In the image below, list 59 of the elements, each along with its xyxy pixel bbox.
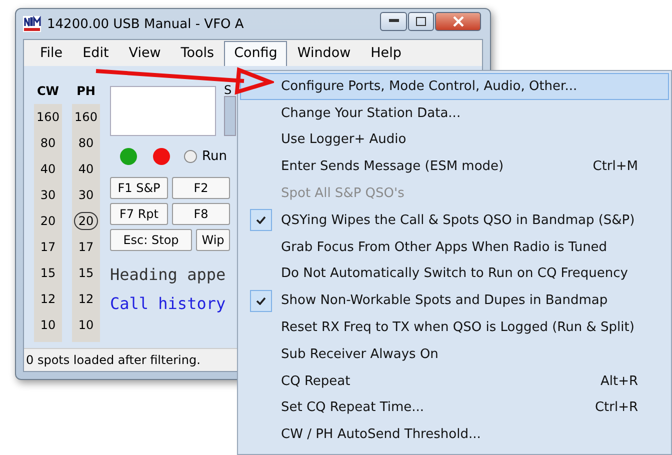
band-button[interactable]: 10 [35, 312, 61, 338]
app-logo-icon [23, 16, 41, 32]
close-icon [452, 16, 464, 26]
band-button[interactable]: 30 [73, 182, 99, 208]
band-button[interactable]: 40 [73, 156, 99, 182]
minimize-button[interactable] [380, 12, 407, 30]
window-title: 14200.00 USB Manual - VFO A [47, 16, 245, 32]
menu-item[interactable]: Help [360, 41, 412, 66]
function-key-button[interactable]: F8 [172, 203, 230, 225]
panel-label: S [224, 84, 233, 96]
band-button[interactable]: 80 [73, 130, 99, 156]
band-button[interactable]: 17 [73, 234, 99, 260]
band-button[interactable]: 10 [73, 312, 99, 338]
radio-label: Run [202, 149, 227, 164]
dropdown-item[interactable]: Configure Ports, Mode Control, Audio, Other... [240, 73, 669, 100]
dropdown-item[interactable]: Enter Sends Message (ESM mode) Ctrl+M [240, 153, 669, 180]
function-key-button[interactable]: F7 Rpt [110, 203, 168, 225]
menu-item[interactable]: Tools [170, 41, 224, 66]
dropdown-item[interactable]: Show Non-Workable Spots and Dupes in Bandmap [240, 287, 669, 314]
dropdown-item[interactable]: Do Not Automatically Switch to Run on CQ Frequency [240, 260, 669, 288]
band-button[interactable]: 12 [73, 286, 99, 312]
panel-box [224, 96, 236, 136]
arrow-icon [94, 65, 274, 95]
band-button[interactable]: 17 [35, 234, 61, 260]
maximize-button[interactable] [408, 12, 434, 30]
band-button[interactable]: 160 [73, 104, 99, 130]
minimize-icon [388, 19, 398, 23]
dropdown-item[interactable]: Change Your Station Data... [240, 100, 669, 127]
band-button[interactable]: 30 [35, 182, 61, 208]
function-key-button[interactable]: Wip [196, 229, 230, 251]
maximize-icon [416, 16, 426, 26]
heading-text: Heading appe [110, 265, 227, 284]
menu-item[interactable]: File [30, 41, 73, 66]
menu-item[interactable]: Edit [72, 41, 119, 66]
menu-item[interactable]: View [118, 41, 171, 66]
function-key-button[interactable]: F2 [172, 177, 230, 199]
band-button[interactable]: 12 [35, 286, 61, 312]
band-button[interactable]: 20 [35, 208, 61, 234]
function-key-button[interactable]: F1 S&P [110, 177, 168, 199]
dropdown-item[interactable]: QSYing Wipes the Call & Spots QSO in Bandmap (S&P) [240, 206, 669, 234]
band-button[interactable]: 15 [35, 260, 61, 286]
dropdown-item[interactable]: Set CQ Repeat Time... Ctrl+R [240, 394, 669, 422]
dropdown-item[interactable]: Use Logger+ Audio [240, 126, 669, 154]
close-button[interactable] [435, 12, 481, 30]
band-column-header: CW [36, 84, 60, 100]
menu-item[interactable]: Window [287, 41, 361, 66]
dropdown-item[interactable]: Reset RX Freq to TX when QSO is Logged (Run & Split) [240, 314, 669, 341]
function-key-button[interactable]: Esc: Stop [110, 229, 192, 251]
band-button[interactable]: 15 [73, 260, 99, 286]
dropdown-item[interactable]: CW / PH AutoSend Threshold... [240, 421, 669, 448]
menu-item[interactable]: Config [224, 41, 288, 66]
band-column-header: PH [76, 84, 96, 100]
band-button[interactable]: 80 [35, 130, 61, 156]
band-button[interactable]: 40 [35, 156, 61, 182]
band-button[interactable]: 160 [35, 104, 61, 130]
callsign-input-field[interactable] [110, 86, 216, 136]
call-history-text: Call history [110, 294, 227, 313]
dropdown-item[interactable]: Grab Focus From Other Apps When Radio is Tuned [240, 234, 669, 261]
run-radio[interactable]: Run [184, 149, 227, 164]
